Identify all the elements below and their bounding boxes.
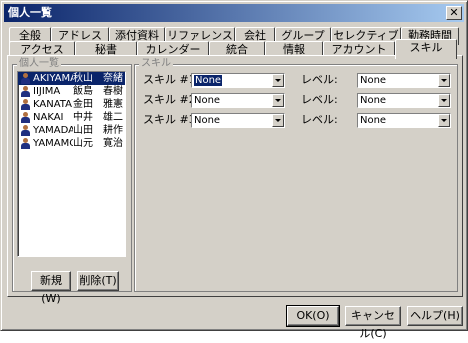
delete-button[interactable]: 削除(T): [77, 271, 119, 291]
list-item[interactable]: NAKAI 中井 雄二: [18, 111, 125, 124]
chevron-down-icon[interactable]: [438, 74, 450, 87]
person-name: 山田 耕作: [73, 125, 123, 136]
chevron-down-icon[interactable]: [272, 74, 284, 87]
person-icon: [20, 86, 30, 97]
level-2-select[interactable]: None: [357, 93, 451, 108]
level-1-select[interactable]: None: [357, 73, 451, 88]
level-3-value: None: [360, 115, 387, 126]
new-button[interactable]: 新規(W): [31, 271, 71, 305]
person-icon: [20, 138, 30, 149]
skill-tab-panel: 個人一覧 AKIYAMA 秋山 奈緒 IIJIMA 飯島 春樹 KANATA 金…: [7, 55, 463, 305]
person-id: IIJIMA: [33, 86, 61, 97]
window-title: 個人一覧: [8, 6, 52, 19]
cancel-button[interactable]: キャンセル(C): [345, 306, 401, 340]
person-name: 金田 雅憲: [73, 99, 123, 110]
chevron-down-icon[interactable]: [272, 114, 284, 127]
person-name: 山元 寛治: [73, 138, 123, 149]
skill-2-value: None: [194, 95, 221, 106]
level-2-value: None: [360, 95, 387, 106]
skill-3-value: None: [194, 115, 221, 126]
person-icon: [20, 125, 30, 136]
person-name: 秋山 奈緒: [73, 73, 123, 84]
list-item[interactable]: YAMADA 山田 耕作: [18, 124, 125, 137]
person-icon: [20, 99, 30, 110]
people-group: 個人一覧 AKIYAMA 秋山 奈緒 IIJIMA 飯島 春樹 KANATA 金…: [12, 58, 132, 305]
level-1-label: レベル:: [301, 73, 338, 86]
help-button[interactable]: ヘルプ(H): [407, 306, 463, 326]
person-id: YAMAMOTO: [33, 138, 73, 149]
list-item[interactable]: IIJIMA 飯島 春樹: [18, 85, 125, 98]
person-icon: [20, 73, 30, 84]
person-name: 飯島 春樹: [73, 86, 123, 97]
chevron-down-icon[interactable]: [438, 114, 450, 127]
level-2-label: レベル:: [301, 93, 338, 106]
close-button[interactable]: ✕: [446, 6, 462, 20]
chevron-down-icon[interactable]: [438, 94, 450, 107]
person-name: 中井 雄二: [73, 112, 123, 123]
ok-button[interactable]: OK(O): [286, 305, 340, 327]
list-item[interactable]: AKIYAMA 秋山 奈緒: [18, 72, 125, 85]
person-icon: [20, 112, 30, 123]
list-item[interactable]: YAMAMOTO 山元 寛治: [18, 137, 125, 150]
dialog-window: 個人一覧 ✕ 全般 アドレス 添付資料 リファレンス 会社 グループ セレクティ…: [0, 0, 468, 340]
person-id: AKIYAMA: [33, 73, 73, 84]
skill-1-select[interactable]: None: [191, 73, 285, 88]
person-id: NAKAI: [33, 112, 64, 123]
close-icon: ✕: [449, 6, 459, 19]
chevron-down-icon[interactable]: [272, 94, 284, 107]
level-3-select[interactable]: None: [357, 113, 451, 128]
skill-2-select[interactable]: None: [191, 93, 285, 108]
level-1-value: None: [360, 75, 387, 86]
people-group-label: 個人一覧: [17, 58, 61, 70]
person-id: YAMADA: [33, 125, 73, 136]
skill-group-label: スキル: [139, 58, 173, 70]
tab-skill[interactable]: スキル: [395, 39, 457, 59]
skill-1-value: None: [194, 75, 223, 86]
list-item[interactable]: KANATA 金田 雅憲: [18, 98, 125, 111]
people-listbox[interactable]: AKIYAMA 秋山 奈緒 IIJIMA 飯島 春樹 KANATA 金田 雅憲 …: [17, 71, 126, 257]
skill-group: スキル スキル #1 : None レベル: None スキル #2 : Non…: [134, 58, 458, 292]
skill-3-select[interactable]: None: [191, 113, 285, 128]
title-bar[interactable]: 個人一覧 ✕: [4, 4, 464, 22]
level-3-label: レベル:: [301, 113, 338, 126]
person-id: KANATA: [33, 99, 72, 110]
